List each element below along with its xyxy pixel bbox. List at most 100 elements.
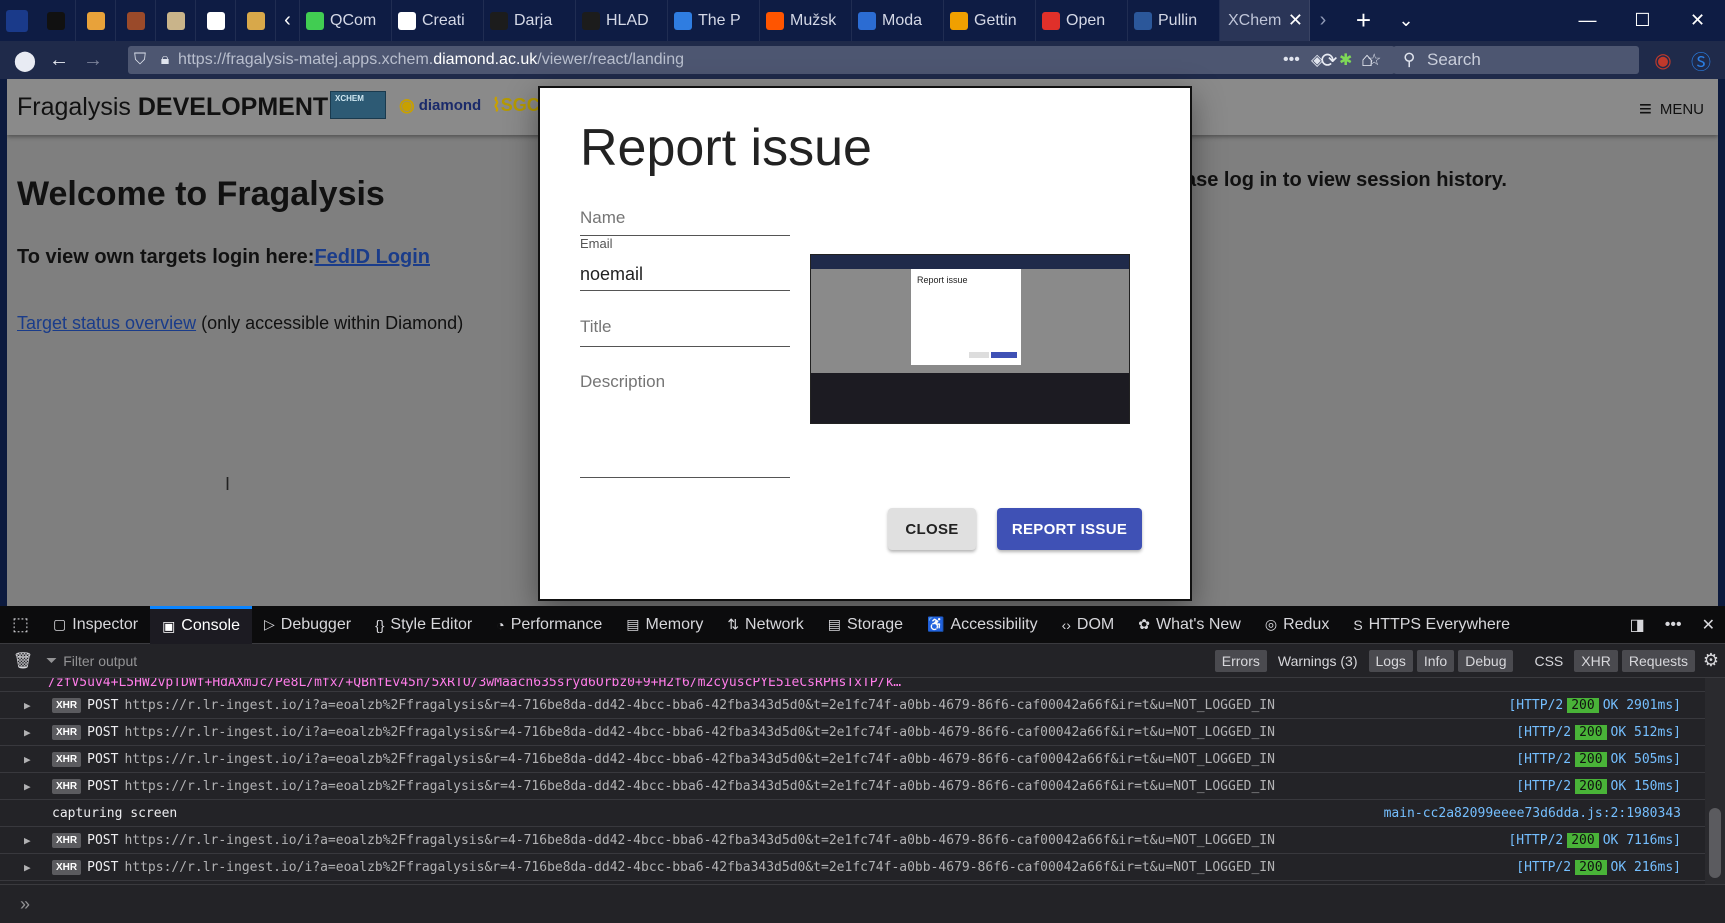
settings-gear-icon[interactable]: ⚙	[1703, 650, 1719, 671]
tab-close-icon[interactable]: ✕	[1288, 10, 1303, 31]
fedid-login-link[interactable]: FedID Login	[314, 246, 430, 268]
trash-icon[interactable]: 🗑︎	[0, 651, 46, 671]
browser-tab[interactable]: Darja	[484, 0, 576, 41]
filter-css[interactable]: CSS	[1527, 650, 1570, 672]
console-input[interactable]: »	[0, 884, 1725, 923]
browser-tab[interactable]: XChem ✕	[1220, 0, 1310, 41]
filter-requests[interactable]: Requests	[1621, 649, 1695, 672]
maximize-icon[interactable]: ☐	[1615, 10, 1670, 31]
xhr-badge: XHR	[52, 751, 82, 767]
devtools-tab-performance[interactable]: ◔ Performance	[484, 606, 614, 644]
devtools-tab-style-editor[interactable]: {} Style Editor	[363, 606, 484, 644]
pinned-tab[interactable]	[236, 0, 276, 41]
shield-icon[interactable]: ⛉	[128, 51, 152, 69]
browser-tab[interactable]: Creati	[392, 0, 484, 41]
tab-scroll-left[interactable]: ‹	[276, 0, 300, 41]
browser-tab[interactable]: Gettin	[944, 0, 1036, 41]
element-picker-icon[interactable]: ⬚	[0, 606, 41, 644]
request-url[interactable]: https://r.lr-ingest.io/i?a=eoalzb%2Ffrag…	[124, 860, 1275, 875]
devtools-tab-what-s-new[interactable]: ✿ What's New	[1126, 606, 1253, 644]
request-url[interactable]: https://r.lr-ingest.io/i?a=eoalzb%2Ffrag…	[124, 698, 1275, 713]
request-url[interactable]: https://r.lr-ingest.io/i?a=eoalzb%2Ffrag…	[124, 833, 1275, 848]
devtools-close-icon[interactable]: ✕	[1692, 606, 1725, 644]
devtools-tab-console[interactable]: ▣ Console	[150, 605, 252, 644]
filter-xhr[interactable]: XHR	[1574, 649, 1618, 672]
pinned-tab[interactable]	[196, 0, 236, 41]
console-scrollbar[interactable]	[1705, 678, 1725, 884]
close-button[interactable]: CLOSE	[888, 508, 976, 550]
browser-tab[interactable]: Open	[1036, 0, 1128, 41]
devtools-tab-https-everywhere[interactable]: S HTTPS Everywhere	[1341, 606, 1522, 644]
pinned-tab[interactable]	[76, 0, 116, 41]
pinned-tab[interactable]	[36, 0, 76, 41]
filter-info[interactable]: Info	[1416, 649, 1455, 672]
expand-row-icon[interactable]: ▶	[24, 699, 38, 712]
filter-warnings-3-[interactable]: Warnings (3)	[1271, 650, 1365, 672]
network-log-row[interactable]: ▶ XHR POST https://r.lr-ingest.io/i?a=eoalz…	[0, 692, 1705, 719]
window-close-icon[interactable]: ✕	[1670, 10, 1725, 31]
page-actions-icon[interactable]: •••	[1283, 51, 1311, 69]
request-url[interactable]: https://r.lr-ingest.io/i?a=eoalzb%2Ffrag…	[124, 779, 1275, 794]
request-url[interactable]: https://r.lr-ingest.io/i?a=eoalzb%2Ffrag…	[124, 725, 1275, 740]
devtools-tab-accessibility[interactable]: ♿ Accessibility	[915, 606, 1050, 644]
devtools-tab-memory[interactable]: ▤ Memory	[614, 606, 715, 644]
url-bar[interactable]: ⛉ 🔒︎ https://fragalysis-matej.apps.xchem…	[128, 46, 1395, 74]
back-icon[interactable]: ←	[42, 43, 76, 77]
network-log-row[interactable]: ▶ XHR POST https://r.lr-ingest.io/i?a=eoalz…	[0, 746, 1705, 773]
extensions-icon[interactable]: ⬤	[8, 43, 42, 77]
account-icon[interactable]: Ⓢ	[1684, 43, 1718, 77]
title-field[interactable]: Title	[580, 317, 790, 347]
more-options-icon[interactable]: •••	[1655, 606, 1692, 644]
log-source-link[interactable]: main-cc2a82099eeee73d6dda.js:2:1980343	[1384, 806, 1681, 821]
session-history-text: ase log in to view session history.	[1185, 169, 1507, 191]
pinned-tab[interactable]	[156, 0, 196, 41]
network-log-row[interactable]: ▶ XHR POST https://r.lr-ingest.io/i?a=eoalz…	[0, 827, 1705, 854]
expand-row-icon[interactable]: ▶	[24, 780, 38, 793]
target-status-link[interactable]: Target status overview	[17, 313, 196, 333]
scrollbar-thumb[interactable]	[1709, 808, 1721, 878]
tab-scroll-right[interactable]: ›	[1310, 0, 1336, 41]
browser-tab[interactable]: HLAD	[576, 0, 668, 41]
search-input[interactable]: ⚲ Search	[1393, 46, 1639, 74]
console-icon: ▣	[162, 617, 176, 634]
browser-tab[interactable]: Moda	[852, 0, 944, 41]
name-label: Name	[580, 208, 626, 227]
description-field[interactable]: Description	[580, 372, 790, 478]
menu-button[interactable]: ≡ MENU	[1639, 96, 1704, 122]
filter-errors[interactable]: Errors	[1214, 649, 1267, 672]
request-url[interactable]: https://r.lr-ingest.io/i?a=eoalzb%2Ffrag…	[124, 752, 1275, 767]
network-log-row[interactable]: ▶ XHR POST https://r.lr-ingest.io/i?a=eoalz…	[0, 773, 1705, 800]
devtools-tab-redux[interactable]: ◎ Redux	[1253, 606, 1341, 644]
expand-row-icon[interactable]: ▶	[24, 753, 38, 766]
filter-debug[interactable]: Debug	[1458, 649, 1514, 672]
browser-tab[interactable]: Pullin	[1128, 0, 1220, 41]
devtools-tab-dom[interactable]: ‹› DOM	[1050, 606, 1127, 644]
firefox-menu-icon[interactable]	[6, 9, 28, 32]
browser-tab[interactable]: The P	[668, 0, 760, 41]
browser-tab[interactable]: QCom	[300, 0, 392, 41]
network-log-row[interactable]: ▶ XHR POST https://r.lr-ingest.io/i?a=eoalz…	[0, 854, 1705, 881]
expand-row-icon[interactable]: ▶	[24, 726, 38, 739]
dock-icon[interactable]: ◨	[1620, 606, 1655, 644]
ublock-icon[interactable]: ◉	[1646, 43, 1680, 77]
browser-tab[interactable]: Mužsk	[760, 0, 852, 41]
name-field[interactable]: Name	[580, 208, 790, 236]
forward-icon[interactable]: →	[76, 43, 110, 77]
expand-row-icon[interactable]: ▶	[24, 834, 38, 847]
filter-logs[interactable]: Logs	[1368, 649, 1413, 672]
new-tab-icon[interactable]: +	[1336, 5, 1391, 36]
pinned-tab[interactable]	[116, 0, 156, 41]
lock-icon[interactable]: 🔒︎	[152, 51, 178, 69]
devtools-tab-debugger[interactable]: ▷ Debugger	[252, 606, 363, 644]
devtools-tab-inspector[interactable]: ▢ Inspector	[41, 606, 150, 644]
home-icon[interactable]: ⌂	[1350, 43, 1384, 77]
report-issue-button[interactable]: REPORT ISSUE	[997, 508, 1142, 550]
list-tabs-icon[interactable]: ⌄	[1391, 10, 1421, 31]
devtools-tab-storage[interactable]: ▤ Storage	[816, 606, 915, 644]
minimize-icon[interactable]: —	[1560, 10, 1615, 31]
reload-icon[interactable]: ⟳	[1312, 43, 1346, 77]
devtools-tab-network[interactable]: ⇅ Network	[715, 606, 815, 644]
filter-input[interactable]: Filter output	[63, 653, 1211, 669]
network-log-row[interactable]: ▶ XHR POST https://r.lr-ingest.io/i?a=eoalz…	[0, 719, 1705, 746]
expand-row-icon[interactable]: ▶	[24, 861, 38, 874]
